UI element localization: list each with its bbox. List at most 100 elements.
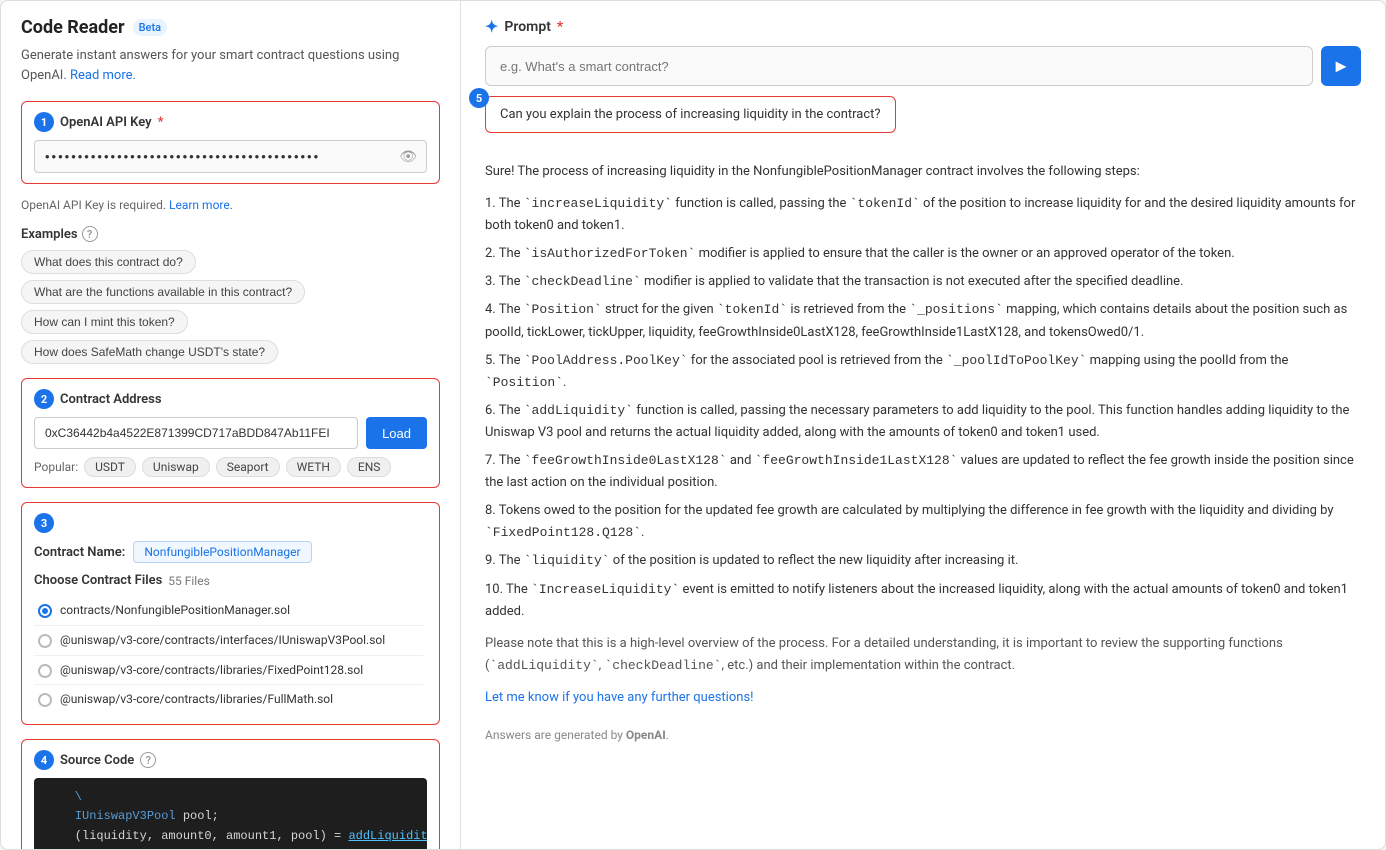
popular-tag-usdt[interactable]: USDT: [84, 457, 136, 477]
step2-circle: 2: [34, 389, 54, 409]
file-item-3: @uniswap/v3-core/contracts/libraries/Ful…: [34, 685, 423, 714]
step1-circle: 1: [34, 112, 54, 132]
source-code-section: 4 Source Code ? \ IUniswapV3Pool pool; (…: [21, 739, 440, 849]
radio-btn-3[interactable]: [38, 693, 52, 707]
response-intro: Sure! The process of increasing liquidit…: [485, 161, 1361, 183]
code-line-3: AddLiquidityParams({: [46, 846, 415, 849]
examples-section: Examples ? What does this contract do? W…: [21, 226, 440, 364]
radio-btn-1[interactable]: [38, 634, 52, 648]
code-line-1: IUniswapV3Pool pool;: [46, 807, 415, 826]
app-description: Generate instant answers for your smart …: [21, 46, 440, 85]
contract-name-label: Contract Name:: [34, 545, 125, 560]
response-area: Sure! The process of increasing liquidit…: [485, 161, 1361, 833]
read-more-link[interactable]: Read more.: [70, 68, 136, 83]
radio-btn-2[interactable]: [38, 664, 52, 678]
prompt-required: *: [557, 19, 563, 35]
answers-note: Answers are generated by OpenAI.: [485, 725, 1361, 745]
step5-circle: 5: [469, 88, 489, 108]
step3-circle: 3: [34, 513, 54, 533]
api-key-input[interactable]: [34, 140, 427, 173]
app-title: Code Reader: [21, 17, 125, 38]
api-key-required: *: [158, 115, 164, 130]
examples-label: Examples: [21, 227, 78, 242]
files-count: 55 Files: [168, 574, 210, 588]
source-code-wrapper: 4 Source Code ? \ IUniswapV3Pool pool; (…: [21, 739, 440, 849]
example-btn-2[interactable]: How can I mint this token?: [21, 310, 188, 334]
example-btn-0[interactable]: What does this contract do?: [21, 250, 196, 274]
response-step-2: 3. The `checkDeadline` modifier is appli…: [485, 271, 1361, 293]
file-item-0: contracts/NonfungiblePositionManager.sol: [34, 596, 423, 626]
eye-icon[interactable]: 👁: [399, 149, 417, 165]
response-step-6: 7. The `feeGrowthInside0LastX128` and `f…: [485, 450, 1361, 494]
step4-circle: 4: [34, 750, 54, 770]
right-panel: ✦ Prompt * ► 5 Can you explain the proce…: [461, 1, 1385, 849]
popular-label: Popular:: [34, 460, 78, 474]
response-step-1: 2. The `isAuthorizedForToken` modifier i…: [485, 243, 1361, 265]
active-prompt-wrapper: 5 Can you explain the process of increas…: [485, 96, 1361, 147]
popular-tag-weth[interactable]: WETH: [286, 457, 341, 477]
api-key-input-row: 👁: [34, 140, 427, 173]
response-step-4: 5. The `PoolAddress.PoolKey` for the ass…: [485, 350, 1361, 394]
file-item-1: @uniswap/v3-core/contracts/interfaces/IU…: [34, 626, 423, 656]
popular-row: Popular: USDT Uniswap Seaport WETH ENS: [34, 457, 427, 477]
example-btn-3[interactable]: How does SafeMath change USDT's state?: [21, 340, 278, 364]
prompt-input-row: ►: [485, 46, 1361, 86]
response-step-5: 6. The `addLiquidity` function is called…: [485, 400, 1361, 444]
response-step-7: 8. Tokens owed to the position for the u…: [485, 500, 1361, 544]
contract-name-row: Contract Name: NonfungiblePositionManage…: [34, 541, 427, 563]
contract-name-value: NonfungiblePositionManager: [133, 541, 311, 563]
popular-tag-uniswap[interactable]: Uniswap: [142, 457, 210, 477]
file-name-3[interactable]: @uniswap/v3-core/contracts/libraries/Ful…: [60, 691, 333, 708]
prompt-input[interactable]: [485, 46, 1313, 86]
example-btn-1[interactable]: What are the functions available in this…: [21, 280, 305, 304]
api-key-section: 1 OpenAI API Key * 👁 OpenAI API Key is r…: [21, 101, 440, 212]
popular-tag-ens[interactable]: ENS: [347, 457, 392, 477]
active-prompt-bubble: Can you explain the process of increasin…: [485, 96, 896, 133]
load-button[interactable]: Load: [366, 417, 427, 449]
step3-label-row: 3: [34, 513, 54, 533]
source-code-block: \ IUniswapV3Pool pool; (liquidity, amoun…: [34, 778, 427, 849]
response-steps: 1. The `increaseLiquidity` function is c…: [485, 193, 1361, 623]
left-panel: Code Reader Beta Generate instant answer…: [1, 1, 461, 849]
source-code-label: Source Code: [60, 753, 134, 768]
file-name-2[interactable]: @uniswap/v3-core/contracts/libraries/Fix…: [60, 662, 363, 679]
contract-files-wrapper: 3 Contract Name: NonfungiblePositionMana…: [21, 502, 440, 725]
code-line-0: \: [46, 788, 415, 807]
api-key-label: OpenAI API Key: [60, 115, 152, 130]
files-list: contracts/NonfungiblePositionManager.sol…: [34, 596, 427, 714]
file-name-0[interactable]: contracts/NonfungiblePositionManager.sol: [60, 602, 290, 619]
file-item-2: @uniswap/v3-core/contracts/libraries/Fix…: [34, 656, 423, 686]
response-step-3: 4. The `Position` struct for the given `…: [485, 299, 1361, 343]
contract-files-section: 3 Contract Name: NonfungiblePositionMana…: [21, 502, 440, 725]
response-step-0: 1. The `increaseLiquidity` function is c…: [485, 193, 1361, 237]
beta-badge: Beta: [133, 19, 167, 36]
contract-address-bordered: 2 Contract Address Load Popular: USDT Un…: [21, 378, 440, 488]
learn-more-link[interactable]: Learn more.: [169, 198, 233, 212]
examples-label-row: Examples ?: [21, 226, 440, 242]
contract-address-label: Contract Address: [60, 392, 162, 407]
code-line-2: (liquidity, amount0, amount1, pool) = ad…: [46, 827, 415, 846]
response-closing: Let me know if you have any further ques…: [485, 687, 1361, 709]
api-key-label-row: 1 OpenAI API Key *: [34, 112, 163, 132]
app-title-row: Code Reader Beta: [21, 17, 440, 38]
source-code-label-row: 4 Source Code ?: [34, 750, 427, 770]
radio-btn-0[interactable]: [38, 604, 52, 618]
prompt-header: ✦ Prompt *: [485, 17, 1361, 36]
popular-tag-seaport[interactable]: Seaport: [216, 457, 280, 477]
examples-help-icon[interactable]: ?: [82, 226, 98, 242]
response-note: Please note that this is a high-level ov…: [485, 633, 1361, 677]
main-content: Code Reader Beta Generate instant answer…: [1, 1, 1385, 849]
source-code-help-icon[interactable]: ?: [140, 752, 156, 768]
contract-address-section: 2 Contract Address Load Popular: USDT Un…: [21, 378, 440, 488]
prompt-label: Prompt: [504, 19, 551, 35]
api-key-note: OpenAI API Key is required. Learn more.: [21, 198, 440, 212]
app-container: Code Reader Beta Generate instant answer…: [0, 0, 1386, 850]
send-button[interactable]: ►: [1321, 46, 1361, 86]
contract-address-label-row: 2 Contract Address: [34, 389, 162, 409]
contract-input-row: Load: [34, 417, 427, 449]
example-buttons: What does this contract do? What are the…: [21, 250, 440, 364]
api-key-bordered: 1 OpenAI API Key * 👁: [21, 101, 440, 184]
contract-address-input[interactable]: [34, 417, 358, 449]
file-name-1[interactable]: @uniswap/v3-core/contracts/interfaces/IU…: [60, 632, 385, 649]
response-step-8: 9. The `liquidity` of the position is up…: [485, 550, 1361, 572]
